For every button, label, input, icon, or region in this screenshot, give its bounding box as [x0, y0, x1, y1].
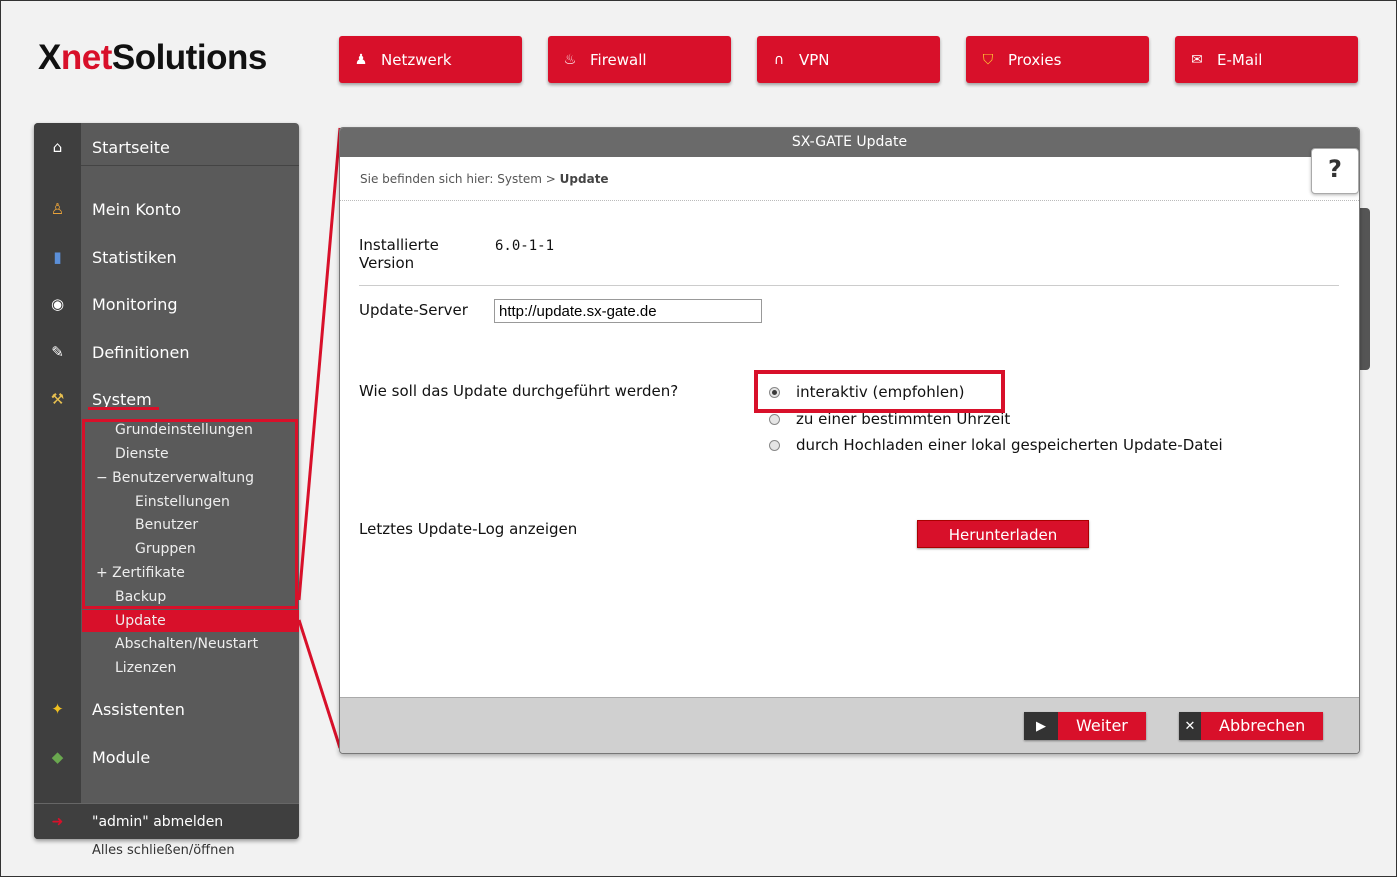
version-label: Installierte Version [359, 236, 439, 272]
server-label: Update-Server [359, 301, 468, 319]
version-label-line2: Version [359, 254, 415, 272]
update-method-question: Wie soll das Update durchgeführt werden? [359, 382, 679, 400]
download-button[interactable]: Herunterladen [917, 520, 1089, 548]
breadcrumb-current: Update [559, 172, 609, 186]
breadcrumb: Sie befinden sich hier: System > Update [360, 172, 609, 186]
section-divider [359, 285, 1339, 286]
radio-label: interaktiv (empfohlen) [796, 383, 965, 401]
cancel-label: Abbrechen [1201, 712, 1324, 740]
cancel-button[interactable]: ✕ Abbrechen [1179, 712, 1324, 740]
play-icon: ▶ [1024, 712, 1058, 740]
radio-button-selected[interactable] [769, 386, 780, 398]
next-label: Weiter [1058, 712, 1146, 740]
radio-hochladen[interactable]: durch Hochladen einer lokal gespeicherte… [769, 436, 1223, 454]
breadcrumb-path: Sie befinden sich hier: System > [360, 172, 560, 186]
radio-interaktiv[interactable]: interaktiv (empfohlen) [769, 383, 964, 401]
panel-title: SX-GATE Update [340, 128, 1359, 157]
panel-footer: ▶ Weiter ✕ Abbrechen [340, 697, 1359, 753]
update-server-input[interactable] [494, 299, 762, 323]
update-panel: SX-GATE Update Sie befinden sich hier: S… [339, 127, 1360, 754]
radio-button[interactable] [769, 413, 780, 425]
breadcrumb-divider [340, 200, 1359, 201]
radio-label: durch Hochladen einer lokal gespeicherte… [796, 436, 1223, 454]
zoom-line-bottom [297, 619, 342, 749]
version-label-line1: Installierte [359, 236, 439, 254]
next-button[interactable]: ▶ Weiter [1024, 712, 1146, 740]
radio-button[interactable] [769, 439, 780, 451]
log-label: Letztes Update-Log anzeigen [359, 520, 578, 538]
zoom-line-top [297, 127, 342, 601]
close-icon: ✕ [1179, 712, 1201, 740]
help-button[interactable]: ? [1311, 148, 1359, 194]
version-value: 6.0-1-1 [495, 238, 555, 254]
